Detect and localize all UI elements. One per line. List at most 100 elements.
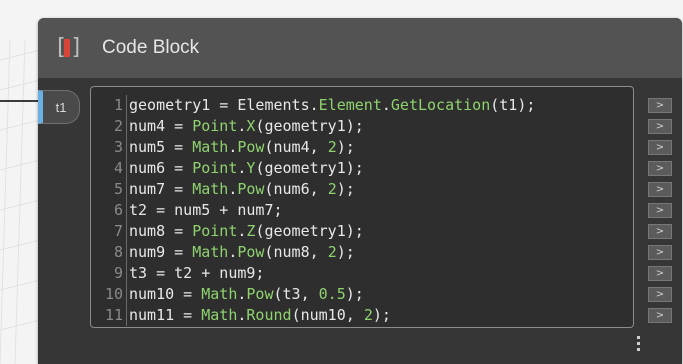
code-text: num4 = Point.X(geometry1); bbox=[129, 116, 364, 137]
code-token: Math bbox=[192, 243, 229, 261]
output-ports: > > > > > > > > > > > bbox=[648, 98, 674, 329]
connector-wire bbox=[0, 100, 40, 102]
gutter-separator bbox=[126, 158, 127, 179]
code-block-node[interactable]: [ ] Code Block t1 1 geometry1 = Elements.… bbox=[38, 18, 682, 364]
code-token: Pow bbox=[237, 243, 265, 261]
code-token: t3 = t2 + num9; bbox=[129, 264, 265, 282]
code-token: Math bbox=[201, 285, 238, 303]
code-token: (num10, bbox=[291, 306, 364, 324]
code-text: num8 = Point.Z(geometry1); bbox=[129, 221, 364, 242]
code-text: t2 = num5 + num7; bbox=[129, 200, 283, 221]
code-token: num11 = bbox=[129, 306, 202, 324]
code-token: num9 = bbox=[129, 243, 193, 261]
code-token: Math bbox=[201, 306, 238, 324]
code-line[interactable]: 1 geometry1 = Elements.Element.GetLocatio… bbox=[91, 95, 633, 116]
code-block-icon: [ ] bbox=[54, 35, 84, 60]
code-line[interactable]: 2 num4 = Point.X(geometry1); bbox=[91, 116, 633, 137]
output-port[interactable]: > bbox=[648, 182, 672, 197]
code-token: 2 bbox=[327, 243, 337, 261]
gutter-separator bbox=[126, 305, 127, 326]
code-token: Pow bbox=[237, 180, 265, 198]
code-token: 0.5 bbox=[318, 285, 346, 303]
line-number: 11 bbox=[104, 306, 123, 324]
more-vertical-icon[interactable] bbox=[637, 336, 641, 354]
output-port[interactable]: > bbox=[648, 98, 672, 113]
code-line[interactable]: 8 num9 = Math.Pow(num8, 2); bbox=[91, 242, 633, 263]
code-text: t3 = t2 + num9; bbox=[129, 263, 264, 284]
line-number: 5 bbox=[113, 180, 123, 198]
gutter-separator bbox=[126, 137, 127, 158]
line-number: 8 bbox=[113, 243, 123, 261]
node-header[interactable]: [ ] Code Block bbox=[38, 18, 682, 78]
code-token: ); bbox=[372, 306, 391, 324]
code-token: num4 = bbox=[129, 117, 193, 135]
line-number: 2 bbox=[113, 117, 123, 135]
node-title: Code Block bbox=[102, 37, 200, 58]
code-text: num9 = Math.Pow(num8, 2); bbox=[129, 242, 355, 263]
gutter-separator bbox=[126, 242, 127, 263]
code-token: t2 = num5 + num7; bbox=[129, 201, 283, 219]
code-text: num7 = Math.Pow(num6, 2); bbox=[129, 179, 355, 200]
code-line[interactable]: 4 num6 = Point.Y(geometry1); bbox=[91, 158, 633, 179]
line-number: 7 bbox=[113, 222, 123, 240]
gutter-separator bbox=[126, 263, 127, 284]
output-port[interactable]: > bbox=[648, 224, 672, 239]
output-port[interactable]: > bbox=[648, 119, 672, 134]
line-number: 3 bbox=[113, 138, 123, 156]
code-token: (num6, bbox=[264, 180, 328, 198]
code-token: Math bbox=[192, 138, 229, 156]
code-token: num7 = bbox=[129, 180, 193, 198]
gutter-separator bbox=[126, 200, 127, 221]
code-line[interactable]: 9 t3 = t2 + num9; bbox=[91, 263, 633, 284]
code-line[interactable]: 6 t2 = num5 + num7; bbox=[91, 200, 633, 221]
code-token: Point bbox=[192, 222, 238, 240]
code-token: ); bbox=[345, 285, 364, 303]
output-port[interactable]: > bbox=[648, 287, 672, 302]
line-number: 4 bbox=[113, 159, 123, 177]
code-token: ); bbox=[336, 180, 355, 198]
code-token: (geometry1); bbox=[255, 222, 364, 240]
code-token: Point bbox=[192, 159, 238, 177]
code-token: Pow bbox=[237, 138, 265, 156]
code-token: Point bbox=[192, 117, 238, 135]
gutter-separator bbox=[126, 179, 127, 200]
code-token: 2 bbox=[363, 306, 373, 324]
gutter-separator bbox=[126, 95, 127, 116]
code-token: Round bbox=[246, 306, 292, 324]
line-number: 6 bbox=[113, 201, 123, 219]
code-editor[interactable]: 1 geometry1 = Elements.Element.GetLocatio… bbox=[90, 86, 634, 328]
code-token: geometry1 = Elements. bbox=[129, 96, 319, 114]
code-text: geometry1 = Elements.Element.GetLocation… bbox=[129, 95, 535, 116]
code-token: . bbox=[381, 96, 391, 114]
code-token: (t3, bbox=[273, 285, 319, 303]
gutter-separator bbox=[126, 116, 127, 137]
code-token: (t1); bbox=[490, 96, 536, 114]
code-token: Pow bbox=[246, 285, 274, 303]
code-token: Element bbox=[318, 96, 382, 114]
code-token: num8 = bbox=[129, 222, 193, 240]
code-token: (num8, bbox=[264, 243, 328, 261]
code-token: num6 = bbox=[129, 159, 193, 177]
input-port-t1[interactable]: t1 bbox=[38, 90, 80, 124]
code-token: (geometry1); bbox=[255, 159, 364, 177]
code-line[interactable]: 5 num7 = Math.Pow(num6, 2); bbox=[91, 179, 633, 200]
output-port[interactable]: > bbox=[648, 203, 672, 218]
code-line[interactable]: 10 num10 = Math.Pow(t3, 0.5); bbox=[91, 284, 633, 305]
code-text: num10 = Math.Pow(t3, 0.5); bbox=[129, 284, 364, 305]
code-token: num5 = bbox=[129, 138, 193, 156]
code-text: num11 = Math.Round(num10, 2); bbox=[129, 305, 391, 326]
output-port[interactable]: > bbox=[648, 245, 672, 260]
line-number: 9 bbox=[113, 264, 123, 282]
code-line[interactable]: 3 num5 = Math.Pow(num4, 2); bbox=[91, 137, 633, 158]
output-port[interactable]: > bbox=[648, 308, 672, 323]
code-token: GetLocation bbox=[390, 96, 491, 114]
gutter-separator bbox=[126, 221, 127, 242]
code-line[interactable]: 11 num11 = Math.Round(num10, 2); bbox=[91, 305, 633, 326]
output-port[interactable]: > bbox=[648, 266, 672, 281]
line-number: 10 bbox=[104, 285, 123, 303]
line-number: 1 bbox=[113, 96, 123, 114]
output-port[interactable]: > bbox=[648, 140, 672, 155]
code-text: num6 = Point.Y(geometry1); bbox=[129, 158, 364, 179]
code-line[interactable]: 7 num8 = Point.Z(geometry1); bbox=[91, 221, 633, 242]
output-port[interactable]: > bbox=[648, 161, 672, 176]
